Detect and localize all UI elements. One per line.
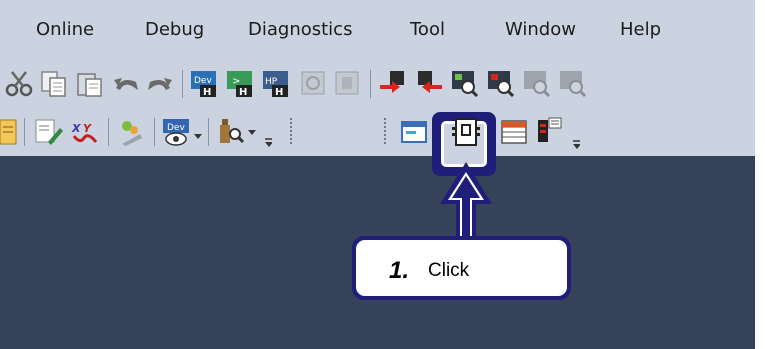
callout-text: Click	[428, 260, 470, 281]
device-verify-icon[interactable]: HP H	[262, 68, 292, 98]
menu-debug[interactable]: Debug	[145, 17, 204, 43]
search-gray-icon	[524, 71, 551, 97]
menu-tool[interactable]: Tool	[410, 17, 445, 43]
check-icon[interactable]: X Y	[70, 118, 100, 146]
toolbar-group-left: X Y Dev	[0, 108, 378, 156]
svg-text:H: H	[275, 87, 283, 98]
transfer-red-icon[interactable]	[378, 69, 408, 97]
menu-window[interactable]: Window	[505, 17, 576, 43]
toolbar-overflow-icon[interactable]	[264, 138, 272, 148]
chevron-down-icon[interactable]	[194, 132, 202, 142]
menu-help[interactable]: Help	[620, 17, 661, 43]
toolbar-standard: Dev H >_ H HP H	[0, 58, 755, 108]
cut-icon[interactable]	[4, 70, 34, 98]
separator	[108, 118, 109, 146]
separator	[154, 118, 155, 146]
toolbar-grip[interactable]	[290, 118, 292, 144]
device-read-icon[interactable]: Dev H	[190, 68, 220, 98]
separator	[370, 70, 371, 98]
app-window: Online Debug Diagnostics Tool Window Hel…	[0, 0, 765, 349]
svg-text:H: H	[203, 87, 211, 98]
disabled-icon	[335, 71, 359, 95]
callout-step-number: 1.	[389, 257, 410, 284]
toolbar-grip[interactable]	[384, 118, 386, 144]
copy-icon[interactable]	[40, 70, 68, 98]
search-red-icon[interactable]	[486, 69, 516, 97]
separator	[182, 70, 183, 98]
svg-text:Y: Y	[83, 122, 92, 135]
search-gray-icon	[560, 71, 587, 97]
device-monitor-icon[interactable]: Dev	[162, 117, 192, 147]
separator	[208, 118, 209, 146]
callout-inner: 1. Click	[356, 240, 567, 296]
callout: 1. Click	[352, 236, 571, 300]
search-green-icon[interactable]	[450, 69, 480, 97]
undo-icon[interactable]	[112, 72, 142, 96]
separator	[24, 118, 25, 146]
paste-icon[interactable]	[76, 70, 104, 98]
window-edge	[755, 0, 765, 349]
chevron-down-icon[interactable]	[248, 128, 256, 138]
parameter-icon[interactable]	[534, 116, 564, 146]
svg-text:X: X	[71, 122, 81, 135]
redo-icon[interactable]	[144, 72, 174, 96]
module-config-icon[interactable]	[451, 117, 481, 147]
device-write-icon[interactable]: >_ H	[226, 68, 256, 98]
wizard-icon[interactable]	[116, 118, 146, 146]
svg-text:Dev: Dev	[167, 123, 185, 133]
transfer-red-icon[interactable]	[414, 69, 444, 97]
edit-icon[interactable]	[34, 118, 64, 146]
menu-bar: Online Debug Diagnostics Tool Window Hel…	[0, 0, 755, 58]
toolbar-overflow-icon[interactable]	[572, 140, 580, 150]
toolbar-project: X Y Dev	[0, 108, 755, 156]
program-icon[interactable]	[0, 117, 18, 147]
svg-text:Dev: Dev	[194, 76, 212, 86]
list-icon[interactable]	[500, 118, 530, 146]
label-icon[interactable]	[400, 118, 430, 146]
disabled-icon	[301, 71, 325, 95]
probe-icon[interactable]	[216, 117, 246, 147]
pointer-arrow	[440, 162, 492, 240]
svg-text:H: H	[239, 87, 247, 98]
menu-diagnostics[interactable]: Diagnostics	[248, 17, 352, 43]
menu-online[interactable]: Online	[36, 17, 94, 43]
